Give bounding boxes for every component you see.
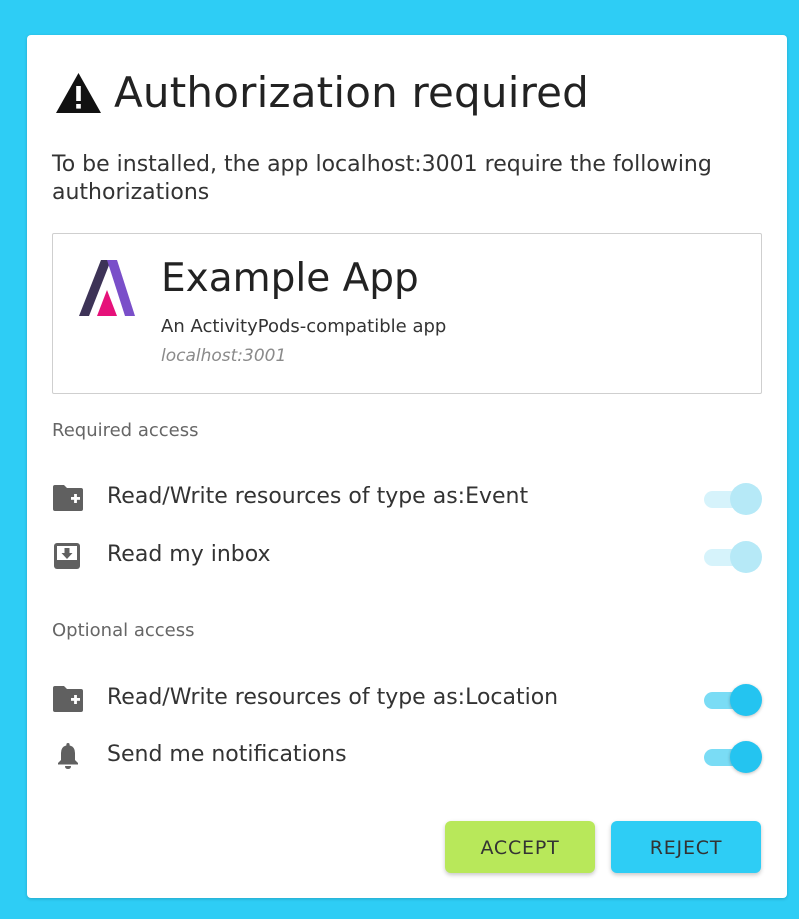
warning-icon [56,72,101,113]
permission-row: Send me notifications [52,735,762,775]
permission-toggle[interactable] [702,739,762,773]
folder-plus-icon [53,686,83,712]
permission-label: Read/Write resources of type as:Location [107,685,559,710]
permission-toggle[interactable] [702,682,762,716]
bell-icon [58,743,78,769]
required-access-label: Required access [52,420,199,441]
folder-plus-icon [53,485,83,511]
permission-toggle[interactable] [702,481,762,515]
app-name: Example App [161,256,419,301]
permission-row: Read/Write resources of type as:Location [52,678,762,718]
app-url: localhost:3001 [161,346,287,366]
dialog-header: Authorization required [55,68,589,117]
permission-label: Read/Write resources of type as:Event [107,484,529,509]
permission-row: Read/Write resources of type as:Event [52,477,762,517]
toggle-thumb [730,684,762,716]
accept-button[interactable]: ACCEPT [445,821,595,873]
activitypods-logo-icon [79,260,135,316]
permission-toggle[interactable] [702,539,762,573]
inbox-download-icon [54,543,80,569]
permission-label: Send me notifications [107,742,347,767]
toggle-thumb [730,541,762,573]
authorization-dialog: Authorization required To be installed, … [27,35,787,898]
toggle-thumb [730,483,762,515]
permission-label: Read my inbox [107,542,271,567]
app-card: Example App An ActivityPods-compatible a… [52,233,762,394]
dialog-title: Authorization required [114,68,590,117]
reject-button[interactable]: REJECT [611,821,761,873]
optional-access-label: Optional access [52,620,195,641]
toggle-thumb [730,741,762,773]
permission-row: Read my inbox [52,535,762,575]
dialog-intro: To be installed, the app localhost:3001 … [52,152,712,205]
app-description: An ActivityPods-compatible app [161,316,447,337]
